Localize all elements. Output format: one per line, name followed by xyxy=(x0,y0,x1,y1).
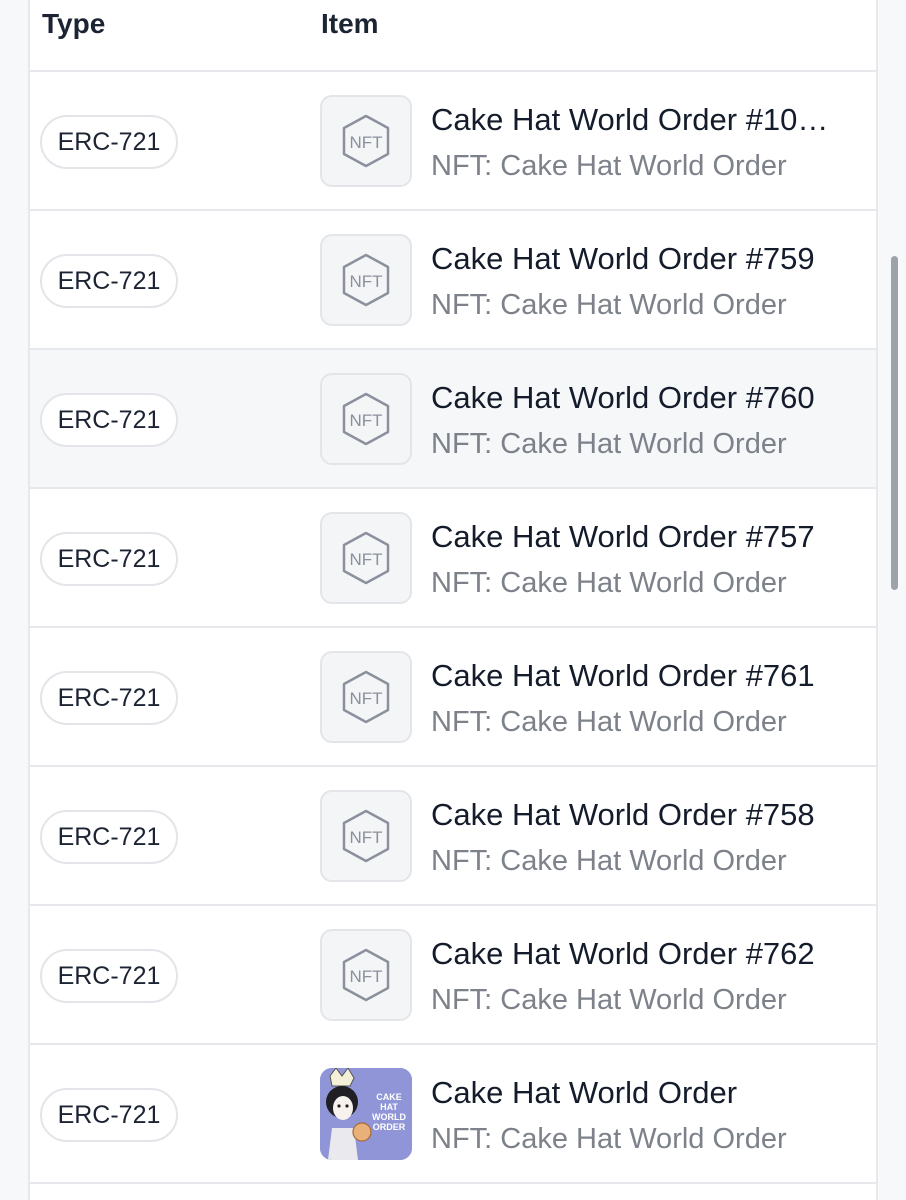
nft-collection-subtitle: NFT: Cake Hat World Order xyxy=(431,428,787,460)
right-gutter xyxy=(876,0,906,1200)
artwork-caption-line: ORDER xyxy=(372,1122,406,1132)
nft-icon-label: NFT xyxy=(349,967,382,986)
table-row[interactable]: ERC-721 NFT Cake Hat World Order #10… NFT: … xyxy=(30,72,876,211)
nft-icon-label: NFT xyxy=(349,411,382,430)
nft-placeholder-thumbnail[interactable]: NFT xyxy=(320,234,412,326)
nft-icon: NFT xyxy=(342,114,390,168)
artwork-caption-line: HAT xyxy=(380,1102,398,1112)
nft-item-title-link[interactable]: Cake Hat World Order xyxy=(431,1075,841,1111)
column-header-type: Type xyxy=(42,8,106,39)
collection-artwork-thumbnail[interactable]: CAKE HAT WORLD ORDER xyxy=(320,1068,412,1160)
token-type-badge: ERC-721 xyxy=(40,393,178,447)
scrollbar-thumb[interactable] xyxy=(891,256,898,590)
nft-placeholder-thumbnail[interactable]: NFT xyxy=(320,651,412,743)
artwork-caption: CAKE HAT WORLD ORDER xyxy=(368,1092,410,1132)
artwork-caption-line: CAKE xyxy=(376,1092,402,1102)
table-header: Type Item xyxy=(30,0,876,72)
table-row[interactable]: ERC-721 NFT Cake Hat World Order #761 NFT: … xyxy=(30,628,876,767)
nft-placeholder-thumbnail[interactable]: NFT xyxy=(320,790,412,882)
token-type-badge: ERC-721 xyxy=(40,810,178,864)
table-row[interactable]: ERC-721 NFT Cake Hat World Order #760 NFT: … xyxy=(30,350,876,489)
token-type-badge: ERC-721 xyxy=(40,949,178,1003)
nft-icon: NFT xyxy=(342,809,390,863)
token-transfers-table: Type Item ERC-721 NFT Cake Hat World Order… xyxy=(30,0,876,1200)
nft-icon: NFT xyxy=(342,670,390,724)
nft-item-title-link[interactable]: Cake Hat World Order #757 xyxy=(431,519,841,555)
nft-icon: NFT xyxy=(342,392,390,446)
table-row[interactable]: ERC-721 CAKE HAT WORLD ORDER Cake Hat World O… xyxy=(30,1045,876,1184)
nft-icon-label: NFT xyxy=(349,133,382,152)
nft-icon-label: NFT xyxy=(349,272,382,291)
nft-collection-subtitle: NFT: Cake Hat World Order xyxy=(431,706,787,738)
nft-icon-label: NFT xyxy=(349,689,382,708)
nft-placeholder-thumbnail[interactable]: NFT xyxy=(320,95,412,187)
nft-collection-subtitle: NFT: Cake Hat World Order xyxy=(431,984,787,1016)
nft-item-title-link[interactable]: Cake Hat World Order #759 xyxy=(431,241,841,277)
artwork-caption-line: WORLD xyxy=(372,1112,406,1122)
table-row[interactable]: ERC-721 NFT Cake Hat World Order #762 NFT: … xyxy=(30,906,876,1045)
nft-item-title-link[interactable]: Cake Hat World Order #762 xyxy=(431,936,841,972)
nft-item-title-link[interactable]: Cake Hat World Order #760 xyxy=(431,380,841,416)
nft-collection-subtitle: NFT: Cake Hat World Order xyxy=(431,1123,787,1155)
nft-collection-subtitle: NFT: Cake Hat World Order xyxy=(431,150,787,182)
nft-placeholder-thumbnail[interactable]: NFT xyxy=(320,373,412,465)
token-type-badge: ERC-721 xyxy=(40,115,178,169)
nft-placeholder-thumbnail[interactable]: NFT xyxy=(320,512,412,604)
nft-icon: NFT xyxy=(342,948,390,1002)
nft-icon-label: NFT xyxy=(349,550,382,569)
left-gutter xyxy=(0,0,30,1200)
token-type-badge: ERC-721 xyxy=(40,532,178,586)
nft-icon-label: NFT xyxy=(349,828,382,847)
table-row[interactable]: ERC-721 NFT Cake Hat World Order #759 NFT: … xyxy=(30,211,876,350)
nft-icon: NFT xyxy=(342,253,390,307)
nft-collection-subtitle: NFT: Cake Hat World Order xyxy=(431,845,787,877)
table-row[interactable]: ERC-721 NFT Cake Hat World Order #758 NFT: … xyxy=(30,767,876,906)
token-type-badge: ERC-721 xyxy=(40,671,178,725)
nft-placeholder-thumbnail[interactable]: NFT xyxy=(320,929,412,1021)
token-type-badge: ERC-721 xyxy=(40,254,178,308)
table-row[interactable]: ERC-721 NFT Cake Hat World Order #757 NFT: … xyxy=(30,489,876,628)
nft-item-title-link[interactable]: Cake Hat World Order #758 xyxy=(431,797,841,833)
nft-collection-subtitle: NFT: Cake Hat World Order xyxy=(431,289,787,321)
column-header-item: Item xyxy=(321,8,379,39)
nft-item-title-link[interactable]: Cake Hat World Order #10… xyxy=(431,102,841,138)
nft-icon: NFT xyxy=(342,531,390,585)
nft-item-title-link[interactable]: Cake Hat World Order #761 xyxy=(431,658,841,694)
token-type-badge: ERC-721 xyxy=(40,1088,178,1142)
nft-collection-subtitle: NFT: Cake Hat World Order xyxy=(431,567,787,599)
